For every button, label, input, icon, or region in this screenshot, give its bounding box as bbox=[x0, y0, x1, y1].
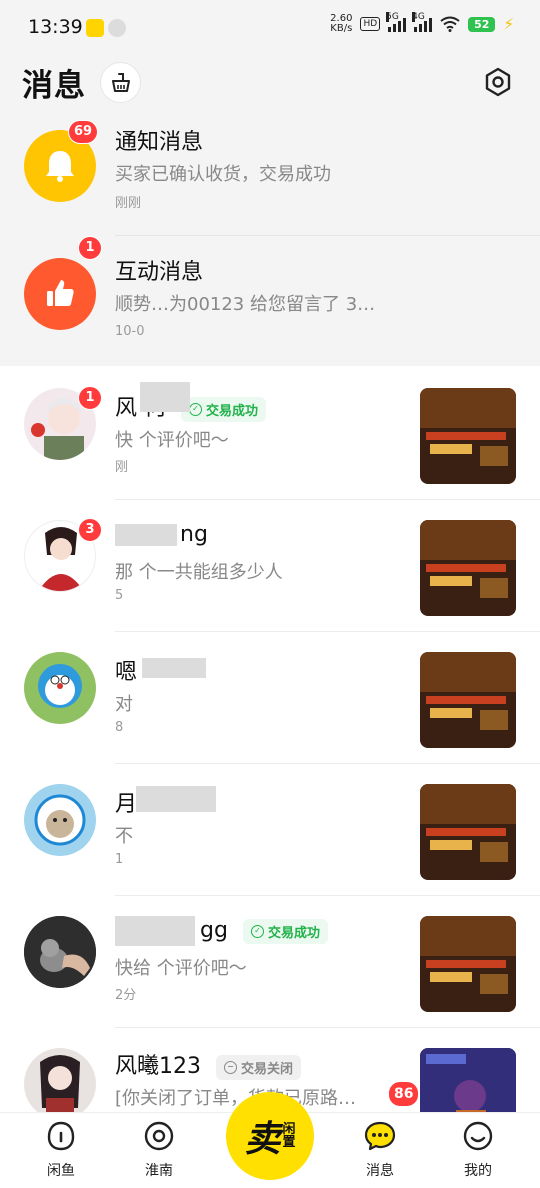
redaction-mosaic bbox=[142, 658, 206, 678]
check-circle-icon: ✓ bbox=[250, 924, 264, 938]
chat-preview: 不 bbox=[115, 826, 133, 847]
chat-preview: 那 个一共能组多少人 bbox=[115, 562, 283, 583]
unread-badge: 3 bbox=[78, 518, 102, 542]
broom-icon bbox=[111, 72, 130, 92]
signal-5g-icon: 5G bbox=[386, 12, 407, 32]
chat-preview: 快给 个评价吧～ bbox=[115, 958, 247, 979]
wifi-icon bbox=[440, 16, 460, 32]
tab-profile[interactable]: 我的 bbox=[438, 1120, 518, 1180]
product-thumbnail bbox=[420, 388, 516, 484]
status-bar: 13:39 2.60 KB/s HD 5G 4G 52 ⚡ bbox=[0, 0, 540, 56]
item-title: 互动消息 bbox=[115, 260, 204, 285]
chat-preview: 对 bbox=[115, 694, 133, 715]
chat-preview: [你关闭了订单，货款已原路… bbox=[115, 1088, 357, 1109]
chat-list-item[interactable]: 月 4 730 不 1 bbox=[0, 764, 540, 896]
contact-name: 嗯 bbox=[115, 660, 138, 685]
fish-home-icon bbox=[47, 1121, 75, 1151]
thumbs-up-icon bbox=[47, 280, 74, 306]
location-icon bbox=[144, 1121, 174, 1151]
contact-name: gg bbox=[200, 918, 228, 943]
item-time: 刚刚 bbox=[115, 196, 142, 211]
notification-messages-item[interactable]: 69 通知消息 买家已确认收货，交易成功 刚刚 bbox=[0, 110, 540, 238]
tab-city[interactable]: 淮南 bbox=[119, 1120, 199, 1180]
smile-profile-icon bbox=[463, 1121, 493, 1151]
chat-time: 刚 bbox=[115, 460, 129, 475]
messages-unread-badge: 86 bbox=[388, 1081, 420, 1107]
bell-icon bbox=[46, 151, 74, 182]
redaction-mosaic bbox=[115, 916, 195, 946]
product-thumbnail bbox=[420, 784, 516, 880]
unread-badge: 69 bbox=[68, 120, 99, 144]
status-badge: ✓ 交易成功 bbox=[242, 918, 328, 944]
settings-button[interactable] bbox=[480, 64, 516, 100]
status-badge: ✓ 交易成功 bbox=[181, 396, 267, 422]
chat-preview: 快 个评价吧～ bbox=[115, 430, 229, 451]
product-thumbnail bbox=[420, 916, 516, 1012]
app-header: 消息 bbox=[0, 56, 540, 110]
chat-list-item[interactable]: 1 风 何 ✓交易成功 快 个评价吧～ 刚 bbox=[0, 368, 540, 500]
sell-label: 卖 bbox=[244, 1118, 281, 1160]
system-messages: 69 通知消息 买家已确认收货，交易成功 刚刚 1 互动消息 顺势…为00123… bbox=[0, 110, 540, 366]
chat-title: 风 何 ✓交易成功 bbox=[115, 390, 267, 422]
redaction-mosaic bbox=[140, 382, 190, 412]
contact-name: 风曦123 bbox=[115, 1054, 201, 1079]
sell-sub-label: 闲 置 bbox=[282, 1122, 296, 1150]
status-badge: − 交易关闭 bbox=[216, 1054, 302, 1080]
divider bbox=[115, 235, 540, 236]
tab-home[interactable]: 闲鱼 bbox=[21, 1120, 101, 1180]
chat-time: 2分 bbox=[115, 988, 137, 1003]
network-speed: 2.60 KB/s bbox=[330, 13, 353, 34]
chat-time: 8 bbox=[115, 720, 124, 735]
contact-name: ng bbox=[180, 522, 208, 547]
page-title: 消息 bbox=[22, 68, 86, 104]
check-circle-icon: ✓ bbox=[189, 402, 202, 416]
tab-messages[interactable]: 消息 bbox=[340, 1120, 420, 1180]
unread-badge: 1 bbox=[78, 236, 102, 260]
sell-idle-button[interactable]: 卖 闲 置 bbox=[226, 1092, 314, 1180]
chat-title: gg ✓ 交易成功 bbox=[200, 918, 328, 944]
chat-list-item[interactable]: gg ✓ 交易成功 快给 个评价吧～ 2分 bbox=[0, 896, 540, 1028]
item-preview: 买家已确认收货，交易成功 bbox=[115, 164, 331, 185]
minus-circle-icon: − bbox=[224, 1060, 237, 1074]
hd-icon: HD bbox=[360, 17, 381, 31]
chat-list-item[interactable]: 3 ng 那 个一共能组多少人 5 bbox=[0, 500, 540, 632]
product-thumbnail bbox=[420, 1048, 516, 1112]
redaction-mosaic bbox=[115, 524, 177, 546]
product-thumbnail bbox=[420, 652, 516, 748]
chat-time: 5 bbox=[115, 588, 124, 603]
wechat-notification-icon bbox=[108, 19, 126, 37]
interaction-icon bbox=[24, 258, 96, 330]
item-preview: 顺势…为00123 给您留言了 3… bbox=[115, 294, 376, 315]
item-title: 通知消息 bbox=[115, 130, 204, 155]
item-time: 10-0 bbox=[115, 324, 145, 339]
redaction-mosaic bbox=[136, 786, 216, 812]
avatar bbox=[24, 916, 96, 988]
charging-icon: ⚡ bbox=[503, 15, 514, 33]
status-time: 13:39 bbox=[28, 16, 83, 38]
chat-title: 风曦123 − 交易关闭 bbox=[115, 1048, 302, 1080]
clear-unread-button[interactable] bbox=[100, 62, 141, 103]
avatar bbox=[24, 652, 96, 724]
chat-bubble-icon bbox=[364, 1121, 396, 1151]
gear-icon bbox=[485, 67, 511, 97]
xianyu-notification-icon bbox=[86, 19, 104, 37]
chat-list-item[interactable]: 嗯 对 8 bbox=[0, 632, 540, 764]
signal-4g-icon: 4G bbox=[412, 12, 433, 32]
battery-icon: 52 bbox=[468, 16, 496, 32]
chat-time: 1 bbox=[115, 852, 124, 867]
avatar bbox=[24, 1048, 96, 1112]
product-thumbnail bbox=[420, 520, 516, 616]
interaction-messages-item[interactable]: 1 互动消息 顺势…为00123 给您留言了 3… 10-0 bbox=[0, 236, 540, 366]
avatar bbox=[24, 784, 96, 856]
unread-badge: 1 bbox=[78, 386, 102, 410]
